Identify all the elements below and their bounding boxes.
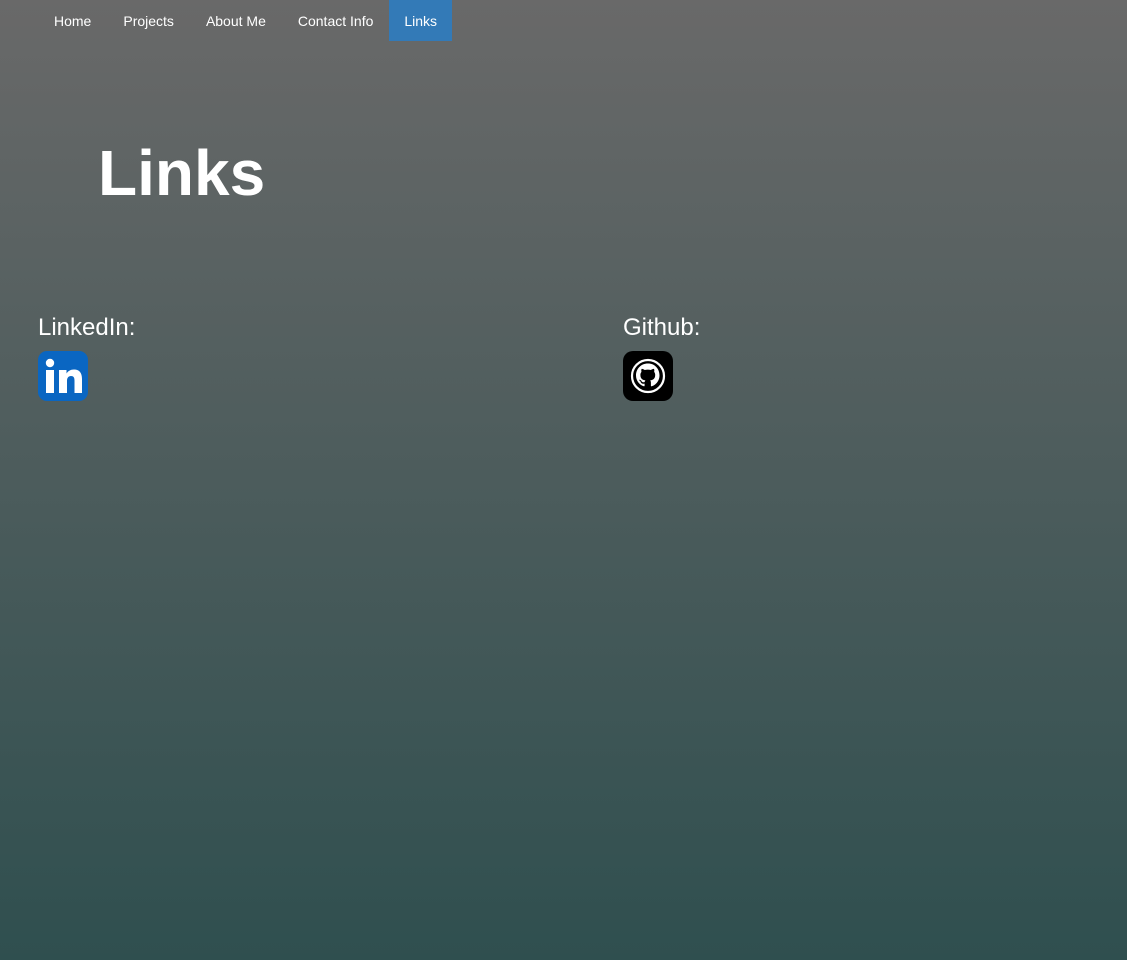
github-section: Github: — [623, 314, 1023, 401]
nav-item-about-me[interactable]: About Me — [190, 0, 282, 41]
nav-item-home[interactable]: Home — [38, 0, 107, 41]
top-nav: Home Projects About Me Contact Info Link… — [38, 0, 453, 42]
linkedin-section: LinkedIn: — [38, 314, 438, 401]
github-icon-graphic — [623, 351, 673, 401]
github-label: Github: — [623, 314, 701, 341]
nav-item-projects[interactable]: Projects — [107, 0, 190, 41]
github-icon[interactable] — [623, 351, 673, 401]
nav-item-links[interactable]: Links — [389, 0, 453, 41]
nav-item-contact-info[interactable]: Contact Info — [282, 0, 390, 41]
linkedin-icon-graphic — [38, 351, 88, 401]
linkedin-label: LinkedIn: — [38, 314, 136, 341]
linkedin-icon[interactable] — [38, 351, 88, 401]
page-title: Links — [98, 137, 266, 209]
